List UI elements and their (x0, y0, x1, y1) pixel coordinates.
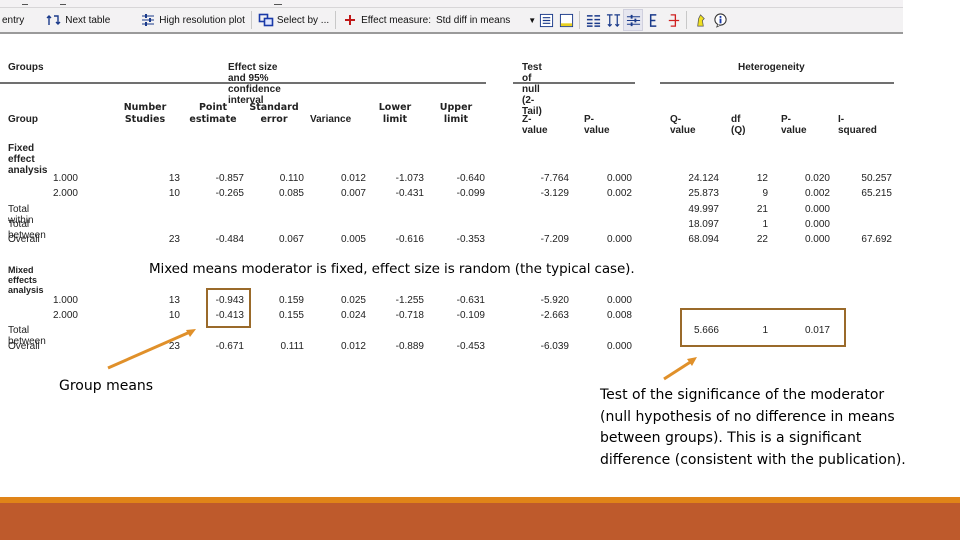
mixed-note: Mixed means moderator is fixed, effect s… (149, 261, 635, 277)
footer-bar (0, 503, 960, 540)
group-means-arrow (107, 330, 191, 370)
moderator-test-note: Test of the significance of the moderato… (600, 387, 906, 468)
moderator-arrow (663, 359, 693, 381)
group-means-label: Group means (59, 378, 154, 394)
